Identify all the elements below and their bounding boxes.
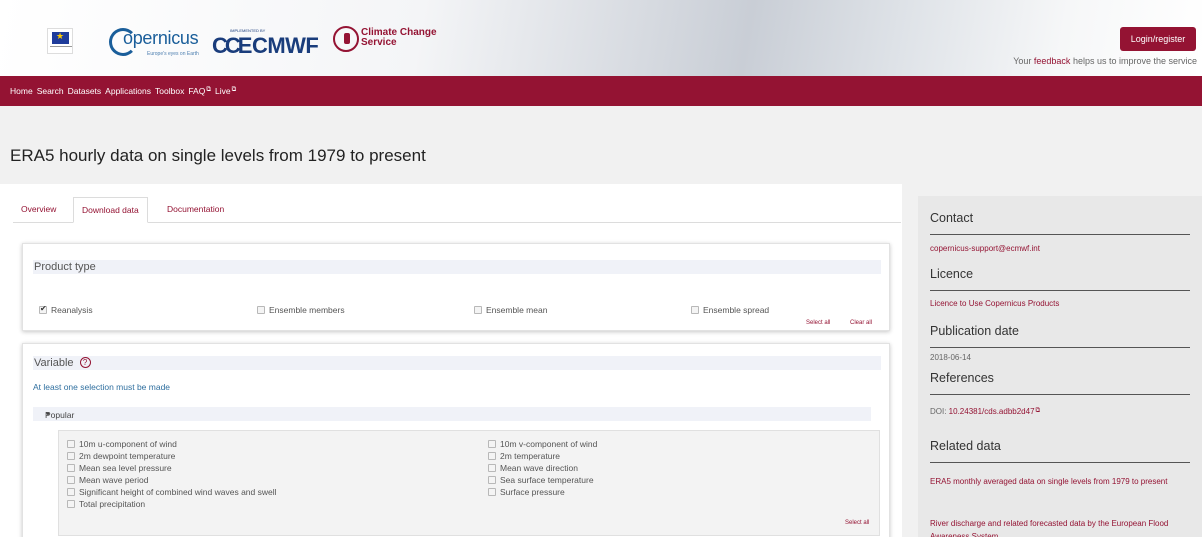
tab-download-data[interactable]: Download data [73,197,148,223]
feedback-text: Your feedback helps us to improve the se… [1013,56,1197,66]
divider [930,290,1190,291]
checkbox[interactable] [488,464,496,472]
checkbox[interactable] [67,464,75,472]
checkbox[interactable] [691,306,699,314]
variable-option[interactable]: Surface pressure [488,487,565,497]
related-data-link[interactable]: River discharge and related forecasted d… [930,517,1192,537]
divider [930,234,1190,235]
product-option-ensemble-mean[interactable]: Ensemble mean [474,305,547,315]
variable-panel: Variable? At least one selection must be… [22,343,890,537]
c3s-title: Climate Change Service [361,27,437,48]
eu-flag-icon [47,28,73,54]
doi-link[interactable]: 10.24381/cds.adbb2d47 [949,407,1035,416]
product-type-panel: Product type Reanalysis Ensemble members… [22,243,890,331]
checkbox[interactable] [488,488,496,496]
product-select-all-link[interactable]: Select all [806,320,830,326]
c3s-thermometer-icon [333,26,359,52]
popular-group-toggle[interactable]: ▼ Popular [33,407,871,421]
licence-heading: Licence [930,267,974,281]
main-nav: Home Search Datasets Applications Toolbo… [0,76,1202,106]
product-type-heading: Product type [33,260,881,274]
dataset-sidebar: Contact copernicus-support@ecmwf.int Lic… [918,196,1202,537]
nav-home[interactable]: Home [10,86,33,96]
variable-option[interactable]: Significant height of combined wind wave… [67,487,277,497]
variable-heading: Variable? [33,356,881,370]
product-clear-all-link[interactable]: Clear all [850,320,872,326]
checkbox[interactable] [257,306,265,314]
publication-date-value: 2018-06-14 [930,353,971,362]
copernicus-logo[interactable]: opernicus Europe's eyes on Earth [109,26,201,62]
checkbox[interactable] [67,500,75,508]
divider [930,394,1190,395]
product-option-ensemble-spread[interactable]: Ensemble spread [691,305,769,315]
ecmwf-wordmark: CCECMWF [212,33,319,58]
checkbox[interactable] [488,440,496,448]
popular-variables-list: 10m u-component of wind 2m dewpoint temp… [58,430,880,536]
checkbox[interactable] [67,476,75,484]
contact-heading: Contact [930,211,974,225]
variable-option[interactable]: Mean wave direction [488,463,578,473]
variable-option[interactable]: 2m dewpoint temperature [67,451,175,461]
copernicus-wordmark: opernicus [123,28,199,48]
variable-option[interactable]: Mean sea level pressure [67,463,172,473]
nav-faq[interactable]: FAQ⧉ [188,86,211,96]
divider [930,462,1190,463]
site-header: opernicus Europe's eyes on Earth IMPLEME… [0,0,1202,76]
product-option-reanalysis[interactable]: Reanalysis [39,304,93,315]
dataset-tabs: Overview Download data Documentation [13,197,901,223]
checkbox[interactable] [67,440,75,448]
variable-select-all-link[interactable]: Select all [845,520,869,526]
product-option-ensemble-members[interactable]: Ensemble members [257,305,345,315]
nav-toolbox[interactable]: Toolbox [155,86,184,96]
references-heading: References [930,371,994,385]
variable-option[interactable]: Total precipitation [67,499,145,509]
related-data-link[interactable]: ERA5 monthly averaged data on single lev… [930,475,1192,488]
licence-link[interactable]: Licence to Use Copernicus Products [930,297,1192,310]
login-register-button[interactable]: Login/register [1120,27,1196,51]
doi-reference: DOI: 10.24381/cds.adbb2d47⧉ [930,407,1041,416]
checkbox[interactable] [67,452,75,460]
copernicus-tagline: Europe's eyes on Earth [147,51,199,57]
variable-option[interactable]: 10m u-component of wind [67,439,177,449]
selection-required-warning: At least one selection must be made [33,382,171,392]
tab-documentation[interactable]: Documentation [159,197,232,223]
help-icon[interactable]: ? [79,357,91,368]
variable-option[interactable]: 10m v-component of wind [488,439,597,449]
variable-option[interactable]: Mean wave period [67,475,148,485]
checkbox[interactable] [67,488,75,496]
tab-overview[interactable]: Overview [13,197,64,223]
external-link-icon: ⧉ [206,86,211,93]
related-data-heading: Related data [930,439,1001,453]
nav-live[interactable]: Live⧉ [215,86,236,96]
nav-applications[interactable]: Applications [105,86,151,96]
checkbox[interactable] [488,452,496,460]
checkbox[interactable] [474,306,482,314]
checkbox[interactable] [488,476,496,484]
nav-datasets[interactable]: Datasets [68,86,102,96]
external-link-icon: ⧉ [1035,407,1041,414]
page-title: ERA5 hourly data on single levels from 1… [10,146,426,165]
checkbox-checked[interactable] [39,304,47,314]
publication-date-heading: Publication date [930,324,1019,338]
contact-email-link[interactable]: copernicus-support@ecmwf.int [930,242,1192,255]
feedback-link[interactable]: feedback [1034,56,1071,66]
external-link-icon: ⧉ [231,86,237,93]
nav-search[interactable]: Search [37,86,64,96]
variable-option[interactable]: 2m temperature [488,451,560,461]
variable-option[interactable]: Sea surface temperature [488,475,594,485]
divider [930,347,1190,348]
